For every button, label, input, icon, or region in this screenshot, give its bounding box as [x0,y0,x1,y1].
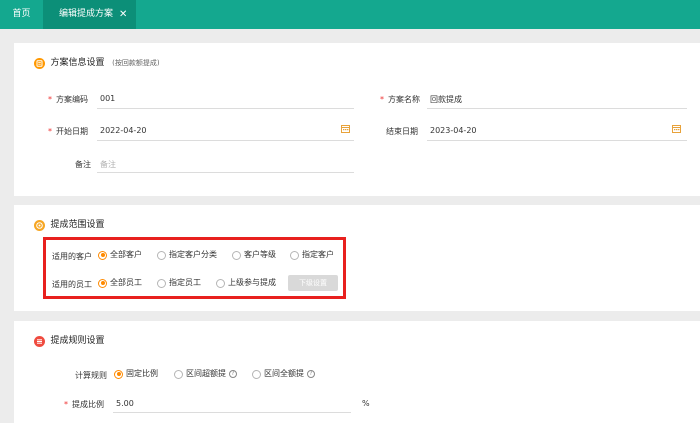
info-section-icon [34,57,45,69]
section-title: 提成范围设置 [50,220,105,230]
radio-tiered-excess[interactable]: 区间超额提? [174,368,237,380]
section-title: 方案信息设置 [50,58,105,68]
highlight-box [43,237,346,299]
calendar-icon[interactable] [672,124,681,133]
plan-info-section: 方案信息设置 (按回款额提成) * 方案编码 001 * 方案名称 回款提成 * 开始… [14,43,700,196]
scope-section-icon [34,219,45,231]
ratio-unit: % [362,399,370,408]
radio-tiered-full[interactable]: 区间全额提? [252,368,315,380]
plan-name-field[interactable]: 回款提成 [430,94,462,105]
ratio-input[interactable]: 5.00 [116,399,134,408]
end-date-label: 结束日期 [386,127,418,136]
section-header: 提成规则设置 [34,335,105,347]
close-tab-icon[interactable]: ✕ [119,0,127,29]
section-title: 提成规则设置 [50,336,105,346]
rule-section-icon [34,335,45,347]
question-circle-icon[interactable]: ? [229,370,237,378]
ratio-label: * 提成比例 [64,400,104,409]
calc-rule-label: 计算规则 [75,371,107,380]
tab-home[interactable]: 首页 [0,0,43,29]
remark-label: 备注 [75,160,91,169]
start-date-field[interactable]: 2022-04-20 [100,126,147,135]
section-header: 方案信息设置 (按回款额提成) [34,57,160,69]
plan-code-field[interactable]: 001 [100,94,115,103]
remark-input[interactable]: 备注 [100,159,116,170]
commission-rule-section: 提成规则设置 计算规则 固定比例 区间超额提? 区间全额提? * 提成比例 5.0… [14,321,700,423]
start-date-label: * 开始日期 [48,127,88,136]
tab-bar: 首页 编辑提成方案 ✕ [0,0,700,29]
section-header: 提成范围设置 [34,219,105,231]
end-date-field[interactable]: 2023-04-20 [430,126,477,135]
radio-fixed-ratio[interactable]: 固定比例 [114,368,158,380]
question-circle-icon[interactable]: ? [307,370,315,378]
tab-label: 编辑提成方案 [59,9,114,19]
calendar-icon[interactable] [341,124,350,133]
plan-code-label: * 方案编码 [48,95,88,104]
plan-name-label: * 方案名称 [380,95,420,104]
commission-scope-section: 提成范围设置 适用的客户 全部客户 指定客户分类 客户等级 指定客户 适用的员工… [14,205,700,311]
section-subtitle: (按回款额提成) [112,59,160,67]
